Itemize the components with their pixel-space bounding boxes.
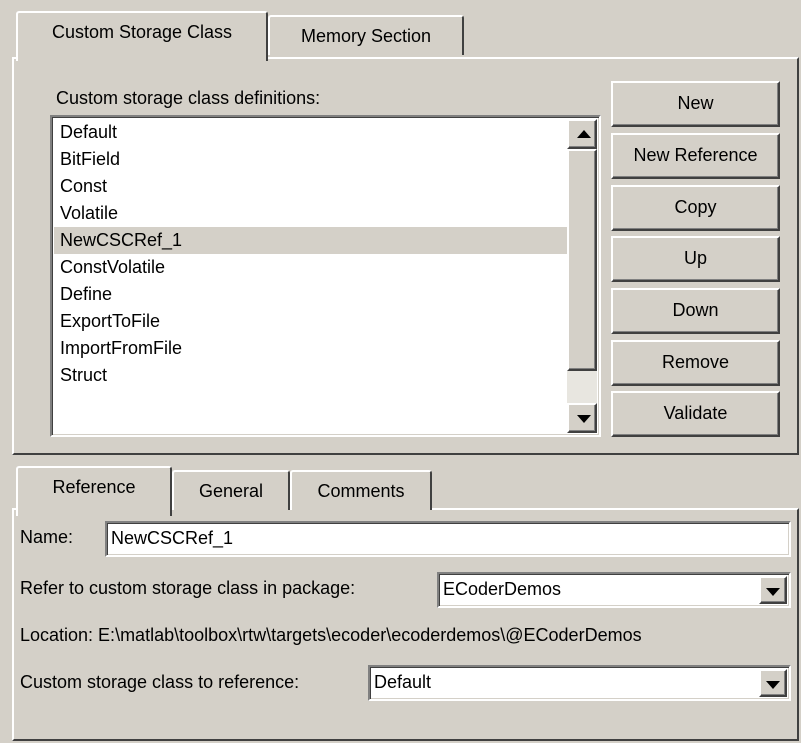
tab-comments-label: Comments [317, 481, 405, 501]
tab-general[interactable]: General [172, 470, 290, 510]
list-item-constvolatile[interactable]: ConstVolatile [54, 254, 567, 281]
down-button[interactable]: Down [611, 288, 780, 334]
scrollbar-thumb[interactable] [567, 149, 597, 371]
name-field[interactable]: NewCSCRef_1 [105, 521, 791, 557]
package-label: Refer to custom storage class in package… [20, 578, 356, 598]
dropdown-arrow-icon[interactable] [759, 576, 787, 604]
list-item-define[interactable]: Define [54, 281, 567, 308]
remove-button[interactable]: Remove [611, 340, 780, 386]
list-item-bitfield[interactable]: BitField [54, 146, 567, 173]
location-text: Location: E:\matlab\toolbox\rtw\targets\… [20, 625, 642, 645]
list-items: Default BitField Const Volatile NewCSCRe… [54, 119, 567, 389]
tab-reference-label: Reference [52, 477, 136, 497]
scroll-up-arrow-icon[interactable] [567, 119, 597, 149]
csc-ref-dropdown[interactable]: Default [368, 665, 791, 701]
new-button[interactable]: New [611, 81, 780, 127]
csc-ref-dropdown-value: Default [374, 672, 432, 692]
active-tab-joiner [18, 56, 266, 62]
list-scrollbar[interactable] [567, 119, 597, 433]
name-label: Name: [20, 527, 74, 547]
tab-general-label: General [198, 481, 264, 501]
validate-button[interactable]: Validate [611, 391, 780, 437]
list-item-exporttofile[interactable]: ExportToFile [54, 308, 567, 335]
active-bottom-tab-joiner [18, 507, 170, 513]
list-item-importfromfile[interactable]: ImportFromFile [54, 335, 567, 362]
csc-ref-label: Custom storage class to reference: [20, 672, 300, 692]
list-item-newcscref-1[interactable]: NewCSCRef_1 [54, 227, 567, 254]
csc-list-label: Custom storage class definitions: [56, 88, 321, 108]
tab-comments[interactable]: Comments [290, 470, 432, 510]
tab-memory-section[interactable]: Memory Section [268, 15, 464, 55]
scroll-down-arrow-icon[interactable] [567, 403, 597, 433]
tab-memory-section-label: Memory Section [300, 26, 432, 46]
up-button[interactable]: Up [611, 236, 780, 282]
copy-button[interactable]: Copy [611, 185, 780, 231]
package-dropdown[interactable]: ECoderDemos [437, 572, 791, 608]
dropdown-arrow-icon[interactable] [759, 669, 787, 697]
csc-definitions-list[interactable]: Default BitField Const Volatile NewCSCRe… [50, 115, 601, 437]
package-dropdown-value: ECoderDemos [443, 579, 562, 599]
tab-custom-storage-class[interactable]: Custom Storage Class [16, 11, 268, 61]
list-item-volatile[interactable]: Volatile [54, 200, 567, 227]
tab-custom-storage-class-label: Custom Storage Class [51, 22, 233, 42]
new-reference-button[interactable]: New Reference [611, 133, 780, 179]
list-item-struct[interactable]: Struct [54, 362, 567, 389]
list-item-default[interactable]: Default [54, 119, 567, 146]
list-item-const[interactable]: Const [54, 173, 567, 200]
